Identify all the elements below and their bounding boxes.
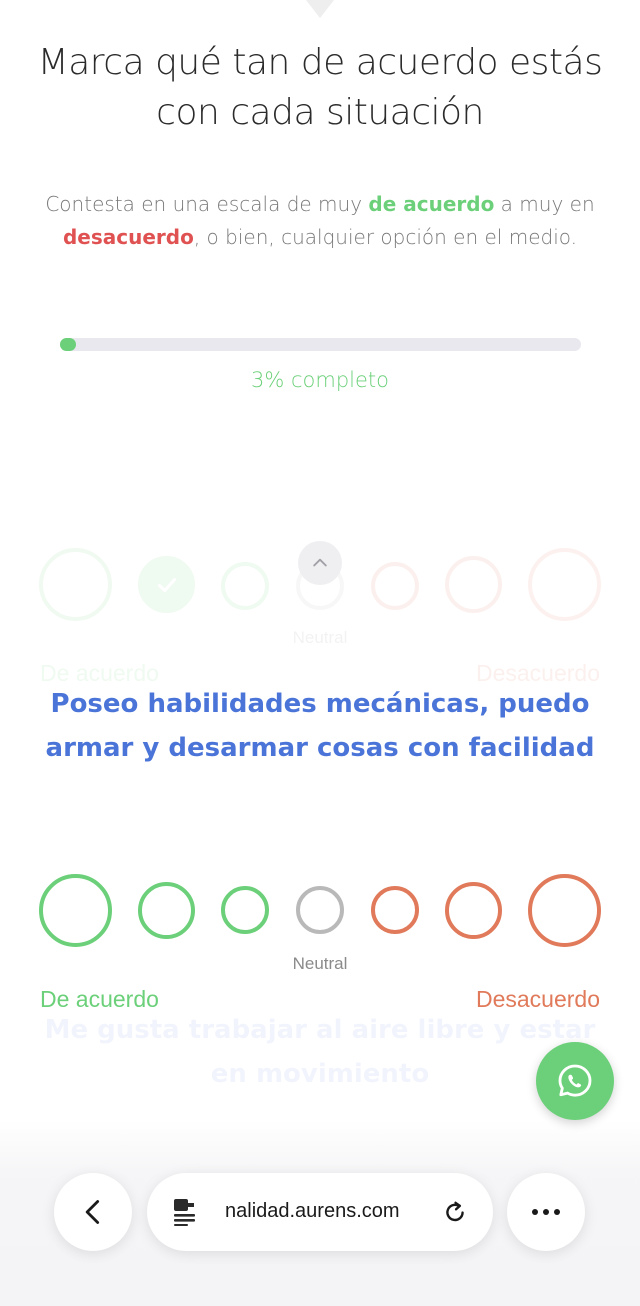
more-dots-icon: [532, 1209, 560, 1215]
address-bar[interactable]: nalidad.aurens.com: [147, 1173, 493, 1251]
scale-option-slight-disagree[interactable]: [371, 886, 419, 934]
next-question-text: Me gusta trabajar al aire libre y estar …: [44, 1015, 596, 1089]
neutral-label: Neutral: [292, 954, 348, 973]
current-question-scale: Neutral De acuerdo Desacuerdo: [0, 0, 640, 1020]
more-button[interactable]: [507, 1173, 585, 1251]
scale-option-slight-agree[interactable]: [221, 886, 269, 934]
scale-option-strong-disagree[interactable]: [528, 874, 601, 947]
reader-mode-icon[interactable]: [171, 1197, 199, 1227]
scale-option-disagree[interactable]: [445, 882, 502, 939]
chevron-left-icon: [85, 1200, 100, 1224]
url-text[interactable]: nalidad.aurens.com: [225, 1200, 425, 1223]
scale-option-neutral[interactable]: [296, 886, 344, 934]
reload-icon[interactable]: [442, 1199, 468, 1225]
whatsapp-button[interactable]: [536, 1042, 614, 1120]
back-button[interactable]: [54, 1173, 132, 1251]
scale-option-agree[interactable]: [138, 882, 195, 939]
whatsapp-icon: [558, 1064, 592, 1097]
scale-option-strong-agree[interactable]: [39, 874, 112, 947]
